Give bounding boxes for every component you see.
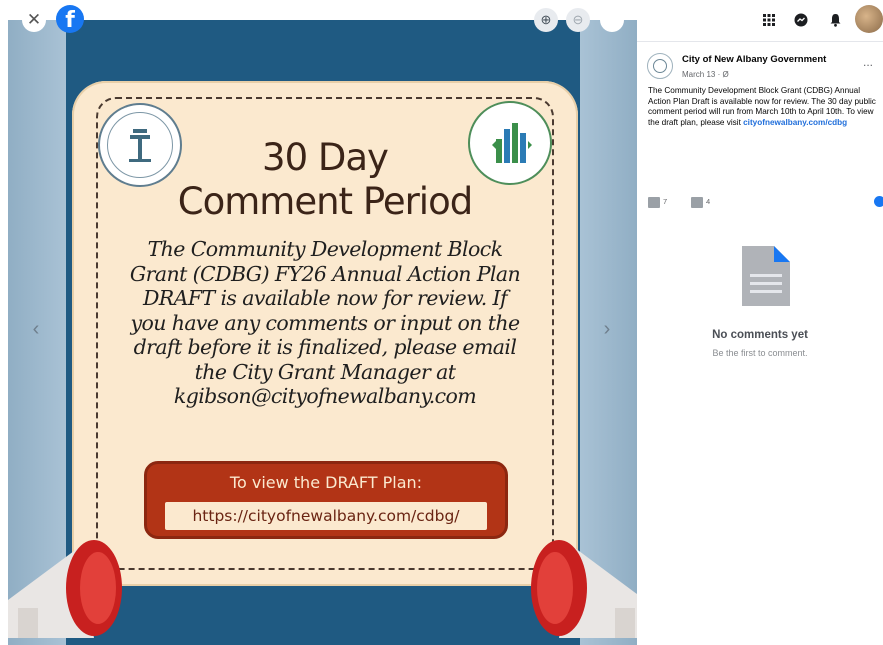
photo-stage: 30 Day Comment Period The Community Deve… [8,20,637,645]
comments-count-value: 4 [706,197,711,206]
poster-body-text: The Community Development Block Grant (C… [129,237,521,408]
page-avatar[interactable] [647,53,673,79]
zoom-out-icon[interactable]: ⊖ [566,8,590,32]
post-link[interactable]: cityofnewalbany.com/cdbg [743,118,847,127]
zoom-in-icon[interactable]: ⊕ [534,8,558,32]
reactions-count[interactable]: 7 [648,196,667,208]
post-timestamp[interactable]: March 13 · Ø [682,70,729,79]
facebook-logo-icon[interactable]: f [56,5,84,33]
megaphone-icon [531,540,637,638]
poster-cta-label: To view the DRAFT Plan: [229,473,423,492]
poster-card: 30 Day Comment Period The Community Deve… [72,81,578,586]
photo-viewer: 30 Day Comment Period The Community Deve… [0,0,637,645]
no-comments-title: No comments yet [712,329,808,341]
comments-count[interactable]: 4 [691,196,710,208]
next-photo-button[interactable]: › [596,318,618,340]
page-name-link[interactable]: City of New Albany Government [682,54,826,65]
reactions-count-value: 7 [663,197,668,206]
poster-title-line-1: 30 Day [262,136,389,179]
comment-icon [691,196,703,208]
share-icon[interactable] [874,196,883,207]
notifications-bell-icon[interactable] [822,7,848,33]
messenger-icon[interactable] [788,7,814,33]
previous-photo-button[interactable]: ‹ [25,318,47,340]
menu-grid-icon[interactable] [756,7,782,33]
poster-cta-url: https://cityofnewalbany.com/cdbg/ [165,502,487,530]
fullscreen-button[interactable] [600,8,624,32]
profile-avatar[interactable] [855,5,883,33]
close-button[interactable]: ✕ [22,8,46,32]
megaphone-icon [8,540,122,638]
post-options-icon[interactable]: ... [863,55,873,69]
document-icon [742,246,790,306]
poster-image: 30 Day Comment Period The Community Deve… [66,20,580,645]
poster-title-line-2: Comment Period [177,180,473,223]
top-navigation-bar [637,0,883,40]
reaction-icon [648,196,660,208]
divider [637,41,883,42]
poster-cta-box: To view the DRAFT Plan: https://cityofne… [144,461,508,539]
no-comments-subtitle: Be the first to comment. [712,348,808,358]
post-side-panel: City of New Albany Government March 13 ·… [637,0,883,645]
post-text: The Community Development Block Grant (C… [648,86,880,128]
